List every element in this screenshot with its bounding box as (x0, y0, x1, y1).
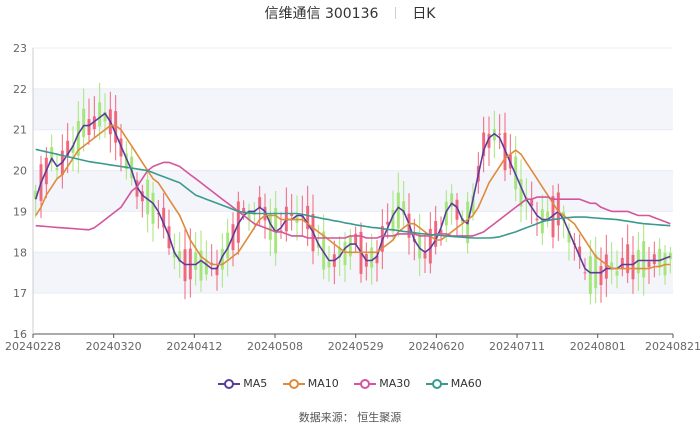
candle-body (268, 213, 272, 240)
y-tick-label: 22 (13, 83, 27, 96)
x-tick-label: 20240529 (328, 340, 384, 353)
candle-body (98, 102, 102, 127)
ma60-legend-icon (425, 379, 448, 389)
grid-band (33, 170, 673, 212)
candle-body (535, 218, 539, 221)
candle-body (87, 119, 91, 135)
y-tick-label: 20 (13, 165, 27, 178)
candle-body (652, 254, 656, 265)
x-tick-label: 20240228 (5, 340, 61, 353)
legend-label-ma10: MA10 (307, 377, 339, 390)
candle-body (423, 252, 427, 259)
candle-body (620, 257, 624, 269)
candle-body (583, 272, 587, 274)
candle-body (327, 261, 331, 268)
candle-body (396, 192, 400, 229)
x-tick-label: 20240320 (86, 340, 142, 353)
candle-body (599, 266, 603, 286)
ma5-legend-icon (218, 379, 241, 389)
candle-body (146, 179, 150, 215)
candle-body (594, 254, 598, 289)
candle-body (658, 248, 662, 268)
x-tick-label: 20240711 (489, 340, 545, 353)
y-tick-label: 18 (13, 246, 27, 259)
y-tick-label: 17 (13, 287, 27, 300)
candle-body (55, 168, 59, 171)
candle-body (258, 197, 262, 207)
candle-body (588, 256, 592, 294)
legend-item-ma5[interactable]: MA5 (218, 377, 267, 390)
legend: MA5 MA10 MA30 MA60 (0, 377, 700, 390)
grid-band (33, 252, 673, 294)
candle-body (615, 270, 619, 276)
candle-body (343, 241, 347, 266)
x-tick-label: 20240801 (570, 340, 626, 353)
candlestick-chart: 1617181920212223 20240228 20240320 2024041… (5, 42, 700, 353)
grid-bands (33, 88, 673, 294)
candle-body (604, 254, 608, 279)
y-axis-labels: 1617181920212223 (13, 42, 27, 341)
legend-item-ma30[interactable]: MA30 (354, 377, 410, 390)
x-tick-label: 20240620 (408, 340, 464, 353)
x-tick-label: 20240412 (166, 340, 222, 353)
candle-body (642, 241, 646, 278)
candle-body (348, 236, 352, 257)
candle-body (647, 261, 651, 268)
candle-body (370, 247, 374, 268)
ma10-legend-icon (282, 379, 305, 389)
legend-label-ma30: MA30 (379, 377, 411, 390)
candle-body (194, 252, 198, 270)
legend-item-ma60[interactable]: MA60 (425, 377, 482, 390)
legend-label-ma5: MA5 (243, 377, 268, 390)
candle-body (151, 192, 155, 224)
data-source: 数据来源： 恒生聚源 (298, 411, 402, 424)
candle-body (498, 133, 502, 135)
grid-band (33, 88, 673, 130)
candle-body (631, 254, 635, 280)
legend-item-ma10[interactable]: MA10 (282, 377, 339, 390)
x-tick-label: 20240508 (247, 340, 303, 353)
legend-label-ma60: MA60 (450, 377, 482, 390)
ma30-legend-icon (354, 379, 377, 389)
candle-body (82, 108, 86, 138)
x-tick-label: 20240821 (645, 340, 700, 353)
y-tick-label: 19 (13, 205, 27, 218)
y-tick-label: 21 (13, 124, 27, 137)
y-tick-label: 23 (13, 42, 27, 55)
